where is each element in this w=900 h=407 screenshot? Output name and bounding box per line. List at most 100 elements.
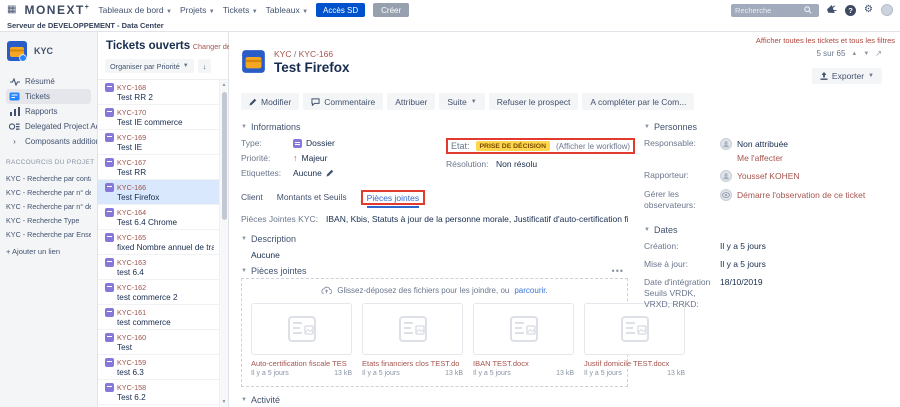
- expand-icon[interactable]: ↗: [875, 49, 882, 58]
- order-by-dropdown[interactable]: Organiser par Priorité ▼: [105, 59, 194, 73]
- ticket-list-item[interactable]: KYC-161test commerce: [98, 305, 228, 330]
- gear-icon[interactable]: ⚙: [864, 5, 873, 15]
- attachment-card[interactable]: IBAN TEST.docx Il y a 5 jours13 kB: [473, 303, 574, 377]
- priority-major-icon: ↑: [293, 154, 298, 163]
- refuse-prospect-button[interactable]: Refuser le prospect: [489, 93, 579, 110]
- shortcut-search-enseigne[interactable]: KYC - Recherche par Enseigne: [6, 227, 91, 241]
- tab-client[interactable]: Client: [241, 192, 263, 205]
- shortcut-search-siret[interactable]: KYC - Recherche par n° de SIRET: [6, 199, 91, 213]
- people-section-header[interactable]: ▼ Personnes: [644, 122, 894, 132]
- access-sd-button[interactable]: Accès SD: [316, 3, 365, 17]
- tab-pieces-jointes[interactable]: Pièces jointes: [367, 193, 419, 208]
- ticket-list-item[interactable]: KYC-164Test 6.4 Chrome: [98, 205, 228, 230]
- issue-type-icon: [105, 333, 114, 342]
- scroll-down-icon[interactable]: ▼: [220, 399, 228, 405]
- help-icon[interactable]: ?: [845, 5, 856, 16]
- edit-labels-pencil-icon[interactable]: [326, 169, 334, 177]
- search-input[interactable]: [735, 6, 801, 15]
- status-annotation-box: Etat: PRISE DE DÉCISION (Afficher le wor…: [446, 138, 635, 154]
- next-issue-icon[interactable]: ▼: [863, 51, 869, 57]
- informations-section-header[interactable]: ▼ Informations: [241, 122, 628, 132]
- create-button[interactable]: Créer: [373, 3, 409, 17]
- attachment-size: 13 kB: [334, 370, 352, 377]
- browse-files-link[interactable]: parcourir.: [514, 286, 547, 295]
- sidebar-item-label: Rapports: [25, 107, 57, 116]
- complete-by-com-button[interactable]: A compléter par le Com...: [582, 93, 694, 110]
- shortcut-search-type[interactable]: KYC - Recherche Type: [6, 213, 91, 227]
- status-label: Etat:: [451, 141, 470, 151]
- sidebar-item-label: Composants additionnels: [25, 137, 98, 146]
- sidebar-item-tickets[interactable]: Tickets: [6, 89, 91, 104]
- export-button[interactable]: Exporter ▼: [812, 68, 882, 84]
- view-workflow-link[interactable]: (Afficher le workflow): [556, 142, 630, 151]
- sidebar-item-reports[interactable]: Rapports: [6, 104, 91, 119]
- ticket-list-item[interactable]: KYC-170Test IE commerce: [98, 105, 228, 130]
- attachments-menu-icon[interactable]: •••: [612, 266, 628, 276]
- watchers-icon[interactable]: [720, 189, 732, 201]
- add-link-button[interactable]: + Ajouter un lien: [6, 247, 91, 256]
- upload-cloud-icon: [321, 286, 332, 295]
- attachment-size: 13 kB: [445, 370, 463, 377]
- nav-dashboards[interactable]: Tableaux de bord ▼: [98, 5, 172, 15]
- issue-type-icon: [105, 383, 114, 392]
- created-label: Création:: [644, 241, 720, 252]
- ticket-list-item[interactable]: KYC-165fixed Nombre annuel de trans...: [98, 230, 228, 255]
- issue-toolbar: Modifier Commentaire Attribuer Suite ▼ R…: [229, 84, 900, 118]
- scrollbar-thumb[interactable]: [222, 92, 227, 220]
- ticket-list-item[interactable]: KYC-163test 6.4: [98, 255, 228, 280]
- sidebar-item-label: Résumé: [25, 77, 55, 86]
- attachment-card[interactable]: Etats financiers clos TEST.do Il y a 5 j…: [362, 303, 463, 377]
- scroll-up-icon[interactable]: ▲: [220, 82, 228, 88]
- ticket-list-item[interactable]: KYC-159test 6.3: [98, 355, 228, 380]
- start-watching-link[interactable]: Démarre l'observation de ce ticket: [737, 190, 865, 200]
- labels-value: Aucune: [293, 168, 446, 178]
- activity-section-header[interactable]: ▼ Activité: [241, 395, 628, 405]
- attachment-card[interactable]: Auto-certification fiscale TES Il y a 5 …: [251, 303, 352, 377]
- ticket-list-item[interactable]: KYC-160Test: [98, 330, 228, 355]
- issue-type-icon: [293, 139, 302, 148]
- sort-direction-button[interactable]: ↓: [198, 59, 212, 73]
- search-box[interactable]: [731, 4, 819, 17]
- shortcut-search-ticket-number[interactable]: KYC - Recherche par n° de ticket: [6, 185, 91, 199]
- assign-to-me-link[interactable]: Me l'affecter: [737, 153, 783, 163]
- comment-button[interactable]: Commentaire: [303, 93, 383, 110]
- attachment-date: Il y a 5 jours: [251, 370, 289, 377]
- user-avatar[interactable]: [881, 4, 893, 16]
- ticket-list-item[interactable]: KYC-169Test IE: [98, 130, 228, 155]
- breadcrumb-issue-link[interactable]: KYC-166: [299, 49, 334, 59]
- issue-type-icon: [105, 358, 114, 367]
- priority-value: ↑Majeur: [293, 153, 446, 163]
- reporter-link[interactable]: Youssef KOHEN: [737, 171, 800, 181]
- more-actions-button[interactable]: Suite ▼: [439, 93, 484, 110]
- ticket-list-item[interactable]: KYC-162test commerce 2: [98, 280, 228, 305]
- description-section-header[interactable]: ▼ Description: [241, 234, 628, 244]
- feedback-megaphone-icon[interactable]: [827, 5, 837, 15]
- breadcrumb-project-link[interactable]: KYC: [274, 49, 291, 59]
- sidebar-item-delegated-admin[interactable]: Delegated Project Admin: [6, 119, 91, 134]
- ticket-list-item-selected[interactable]: KYC-166Test Firefox: [98, 180, 228, 205]
- nav-issues[interactable]: Tickets ▼: [223, 5, 258, 15]
- tab-montants-seuils[interactable]: Montants et Seuils: [277, 192, 347, 205]
- attachments-section-header[interactable]: ▼ Pièces jointes: [241, 266, 306, 276]
- sidebar-item-components[interactable]: › Composants additionnels: [6, 134, 91, 149]
- assign-button[interactable]: Attribuer: [387, 93, 435, 110]
- dates-section-header[interactable]: ▼ Dates: [644, 225, 894, 235]
- sidebar-item-label: Tickets: [25, 92, 50, 101]
- shortcuts-heading: RACCOURCIS DU PROJET: [6, 159, 91, 166]
- shortcut-search-contact[interactable]: KYC - Recherche par contact: [6, 171, 91, 185]
- list-scrollbar[interactable]: ▲ ▼: [219, 80, 228, 407]
- app-switcher-icon[interactable]: ▦: [7, 5, 16, 15]
- delegated-admin-icon: [9, 122, 20, 131]
- ticket-list-item[interactable]: KYC-158Test 6.2: [98, 380, 228, 405]
- project-header[interactable]: KYC: [6, 40, 91, 62]
- created-value: Il y a 5 jours: [720, 241, 766, 252]
- previous-issue-icon[interactable]: ▲: [851, 51, 857, 57]
- nav-projects[interactable]: Projets ▼: [180, 5, 215, 15]
- edit-button[interactable]: Modifier: [241, 93, 299, 110]
- ticket-list-item[interactable]: KYC-167Test RR: [98, 155, 228, 180]
- ticket-list-item[interactable]: KYC-168Test RR 2: [98, 80, 228, 105]
- nav-boards[interactable]: Tableaux ▼: [266, 5, 308, 15]
- show-all-tickets-link[interactable]: Afficher toutes les tickets et tous les …: [756, 36, 895, 45]
- sidebar-item-summary[interactable]: Résumé: [6, 74, 91, 89]
- attachments-dropzone[interactable]: Glissez-déposez des fichiers pour les jo…: [241, 278, 628, 387]
